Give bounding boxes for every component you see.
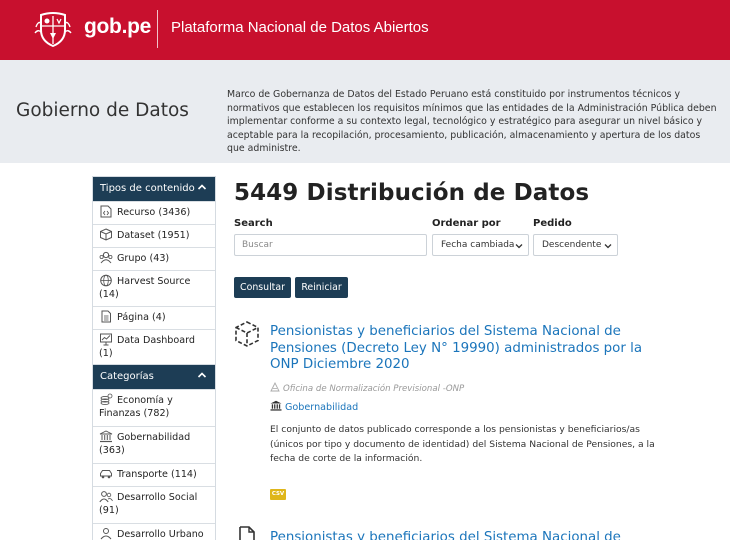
results-count-title: 5449 Distribución de Datos (234, 180, 590, 206)
code-file-icon (100, 205, 112, 218)
result-publisher: Oficina de Normalización Previsional -ON… (270, 382, 464, 394)
search-label: Search (234, 218, 273, 229)
facet-item-recurso[interactable]: Recurso (3436) (93, 201, 215, 224)
order-select[interactable]: Descendente (533, 234, 618, 256)
facet-item-economia-finanzas[interactable]: Economía y Finanzas (782) (93, 389, 215, 426)
facet-label: Recurso (3436) (117, 207, 191, 218)
dashboard-icon (100, 333, 112, 346)
categories-facet-panel: Categorías Economía y Finanzas (782) Gob… (92, 364, 216, 540)
sort-label: Ordenar por (432, 218, 501, 229)
page-description: Marco de Gobernanza de Datos del Estado … (227, 89, 717, 155)
chevron-down-icon (604, 244, 612, 249)
dataset-cube-icon (235, 321, 259, 347)
facet-item-transporte[interactable]: Transporte (114) (93, 463, 215, 486)
header-divider (157, 10, 158, 48)
government-building-icon (270, 400, 282, 411)
facet-label: Data Dashboard (1) (99, 335, 196, 359)
top-bar: gob.pe Plataforma Nacional de Datos Abie… (0, 0, 730, 60)
page-heading: Gobierno de Datos (16, 100, 189, 121)
facet-item-harvest-source[interactable]: Harvest Source (14) (93, 270, 215, 306)
facet-label: Desarrollo Urbano (117, 529, 204, 540)
search-input[interactable] (234, 234, 427, 256)
person-icon (100, 528, 112, 540)
result-publisher-name: Oficina de Normalización Previsional -ON… (283, 384, 465, 394)
facet-item-gobernabilidad[interactable]: Gobernabilidad (363) (93, 426, 215, 463)
government-building-icon (99, 430, 113, 443)
facet-item-grupo[interactable]: Grupo (43) (93, 247, 215, 270)
cube-icon (100, 228, 112, 241)
content-types-facet-header[interactable]: Tipos de contenido (93, 177, 215, 201)
result-title-link[interactable]: Pensionistas y beneficiarios del Sistema… (270, 324, 650, 374)
sort-select[interactable]: Fecha cambiada (432, 234, 529, 256)
coins-icon (100, 393, 113, 406)
reset-button[interactable]: Reiniciar (295, 277, 348, 298)
result-group-link[interactable]: Gobernabilidad (270, 400, 358, 413)
chevron-up-icon[interactable] (197, 370, 207, 380)
globe-icon (100, 274, 112, 287)
order-label: Pedido (533, 218, 572, 229)
csv-format-badge[interactable]: CSV (270, 489, 286, 500)
platform-title[interactable]: Plataforma Nacional de Datos Abiertos (171, 19, 429, 36)
facet-label: Desarrollo Social (91) (99, 492, 198, 516)
publisher-icon (270, 382, 280, 392)
document-icon (239, 526, 255, 540)
order-select-value: Descendente (542, 240, 602, 250)
facet-item-desarrollo-social[interactable]: Desarrollo Social (91) (93, 486, 215, 523)
chevron-up-icon[interactable] (197, 182, 207, 192)
content-types-facet-panel: Tipos de contenido Recurso (3436) Datase… (92, 176, 216, 366)
facet-item-data-dashboard[interactable]: Data Dashboard (1) (93, 329, 215, 365)
peru-shield-icon[interactable] (34, 11, 72, 47)
facet-heading: Categorías (100, 371, 154, 382)
facet-item-desarrollo-urbano[interactable]: Desarrollo Urbano (93, 523, 215, 540)
document-icon (101, 310, 111, 323)
sort-select-value: Fecha cambiada (441, 240, 515, 250)
submit-button[interactable]: Consultar (234, 277, 291, 298)
facet-heading: Tipos de contenido (100, 183, 195, 194)
group-icon (99, 251, 113, 264)
people-icon (99, 491, 113, 503)
chevron-down-icon (515, 244, 523, 249)
facet-item-dataset[interactable]: Dataset (1951) (93, 224, 215, 247)
facet-label: Grupo (43) (117, 253, 170, 264)
result-title-link[interactable]: Pensionistas y beneficiarios del Sistema… (270, 530, 650, 540)
facet-label: Dataset (1951) (117, 230, 190, 241)
result-description: El conjunto de datos publicado correspon… (270, 424, 655, 465)
facet-item-pagina[interactable]: Página (4) (93, 306, 215, 329)
result-group-name: Gobernabilidad (285, 402, 359, 413)
gob-pe-logo-text[interactable]: gob.pe (84, 15, 151, 39)
car-icon (100, 470, 112, 479)
categories-facet-header[interactable]: Categorías (93, 365, 215, 389)
facet-label: Transporte (114) (117, 469, 197, 480)
facet-label: Página (4) (117, 312, 166, 323)
